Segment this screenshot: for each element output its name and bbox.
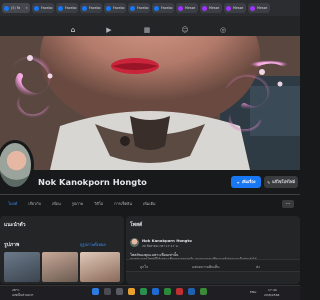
profile-name: Nok Kanokporn Hongto	[38, 177, 147, 187]
tab-checkins[interactable]: การเช็คอิน	[114, 201, 132, 207]
browser-tab[interactable]: Facebo×	[128, 3, 150, 13]
profile-picture[interactable]	[0, 140, 34, 190]
browser-tab-label: Messe	[257, 6, 268, 10]
facebook-icon	[154, 5, 159, 11]
browser-tab-label: Facebo	[113, 6, 125, 10]
cover-image	[0, 36, 300, 170]
search-icon[interactable]	[104, 288, 111, 295]
browser-tab-label: Facebo	[137, 6, 149, 10]
post-meta: 29 สิงหาคม เวลา 17:17 น. ·	[142, 244, 181, 248]
excel-icon[interactable]	[200, 288, 207, 295]
divider	[0, 194, 300, 195]
marketplace-icon[interactable]: ▦	[142, 26, 152, 34]
browser-tab-label: Messe	[209, 6, 220, 10]
photo-thumbnail[interactable]	[80, 252, 120, 282]
photo-thumbnail[interactable]	[4, 252, 40, 282]
browser-tab[interactable]: Messe×	[176, 3, 198, 13]
browser-tab-label: Facebo	[65, 6, 77, 10]
close-tab-icon[interactable]: ×	[25, 6, 28, 10]
weather-desc: เมฆเป็นส่วนมาก	[12, 293, 34, 297]
facebook-icon	[58, 5, 63, 11]
file-explorer-icon[interactable]	[128, 288, 135, 295]
facebook-icon	[34, 5, 39, 11]
like-button[interactable]: ถูกใจ	[140, 264, 148, 270]
weather-temp[interactable]: 28°C	[12, 288, 19, 292]
plus-icon: +	[236, 179, 240, 185]
intro-title: แนะนำตัว	[4, 222, 26, 228]
browser-tab[interactable]: (5) Fa ×	[2, 3, 30, 13]
browser-tab-label: Facebo	[41, 6, 53, 10]
facebook-icon	[4, 5, 9, 11]
browser-tab[interactable]: Facebo×	[80, 3, 102, 13]
posts-card: โพสต์	[126, 216, 300, 284]
start-icon[interactable]	[92, 288, 99, 295]
gaming-icon[interactable]: ◎	[218, 26, 228, 34]
add-story-label: เพิ่มเรื่อง	[241, 179, 256, 184]
post-actions-bar: ถูกใจ แสดงความคิดเห็น ส่ง	[126, 259, 300, 272]
close-tab-icon[interactable]: ×	[245, 6, 246, 10]
post-author-name[interactable]: Nok Kanokporn Hongto	[142, 238, 192, 243]
messenger-icon	[226, 5, 231, 11]
browser-tab-label: (5) Fa	[11, 6, 21, 10]
close-tab-icon[interactable]: ×	[197, 6, 198, 10]
browser-tab[interactable]: Facebo×	[32, 3, 54, 13]
app-icon[interactable]	[176, 288, 183, 295]
language-indicator[interactable]: ENG	[250, 290, 256, 294]
tab-photos[interactable]: รูปภาพ	[72, 201, 84, 207]
browser-tab-label: Facebo	[89, 6, 101, 10]
browser-tab-label: Facebo	[161, 6, 173, 10]
task-view-icon[interactable]	[116, 288, 123, 295]
edit-profile-label: แก้ไขโปรไฟล์	[272, 179, 295, 184]
edit-profile-button[interactable]: ✎ แก้ไขโปรไฟล์	[264, 176, 298, 188]
add-story-button[interactable]: + เพิ่มเรื่อง	[231, 176, 261, 188]
tab-more[interactable]: เพิ่มเติม	[143, 201, 156, 207]
post-author-avatar[interactable]	[130, 238, 139, 247]
photos-title: รูปภาพ	[4, 242, 20, 248]
comment-button[interactable]: แสดงความคิดเห็น	[192, 264, 219, 270]
posts-section-title: โพสต์	[130, 222, 143, 228]
clock-date: 29/8/2566	[264, 293, 280, 297]
close-tab-icon[interactable]: ×	[269, 6, 270, 10]
messenger-icon	[250, 5, 255, 11]
browser-tab[interactable]: Messe×	[200, 3, 222, 13]
messenger-icon	[178, 5, 183, 11]
home-icon[interactable]: ⌂	[68, 26, 78, 34]
tab-videos[interactable]: วิดีโอ	[94, 201, 103, 207]
line-icon[interactable]	[164, 288, 171, 295]
tab-friends[interactable]: เพื่อน	[52, 201, 61, 207]
browser-tab[interactable]: Facebo×	[56, 3, 78, 13]
browser-tab[interactable]: Messe×	[248, 3, 270, 13]
clock-time[interactable]: 17:40	[268, 288, 277, 292]
facebook-icon	[106, 5, 111, 11]
see-all-photos-link[interactable]: ดูรูปภาพทั้งหมด	[80, 242, 106, 248]
chrome-icon[interactable]	[140, 288, 147, 295]
intro-card: แนะนำตัว รูปภาพ ดูรูปภาพทั้งหมด	[0, 216, 124, 284]
tab-posts[interactable]: โพสต์	[8, 201, 17, 207]
photo-thumbnail[interactable]	[42, 252, 78, 282]
share-button[interactable]: ส่ง	[256, 264, 260, 270]
browser-tab-strip: (5) Fa×Facebo×Facebo×Facebo×Facebo×Faceb…	[0, 0, 300, 16]
facebook-icon	[82, 5, 87, 11]
more-options-button[interactable]: ···	[282, 200, 294, 208]
pencil-icon: ✎	[267, 179, 271, 185]
browser-tab-label: Messe	[233, 6, 244, 10]
word-icon[interactable]	[188, 288, 195, 295]
browser-tab-label: Messe	[185, 6, 196, 10]
browser-tab[interactable]: Messe×	[224, 3, 246, 13]
groups-icon[interactable]: ☺	[180, 26, 190, 34]
facebook-icon	[130, 5, 135, 11]
messenger-icon	[202, 5, 207, 11]
browser-tab[interactable]: Facebo×	[152, 3, 174, 13]
cover-photo[interactable]	[0, 36, 300, 170]
close-tab-icon[interactable]: ×	[221, 6, 222, 10]
tab-about[interactable]: เกี่ยวกับ	[28, 201, 41, 207]
video-icon[interactable]: ▶	[104, 26, 114, 34]
profile-tabs: โพสต์ เกี่ยวกับ เพื่อน รูปภาพ วิดีโอ การ…	[0, 196, 300, 212]
browser-tab[interactable]: Facebo×	[104, 3, 126, 13]
edge-icon[interactable]	[152, 288, 159, 295]
